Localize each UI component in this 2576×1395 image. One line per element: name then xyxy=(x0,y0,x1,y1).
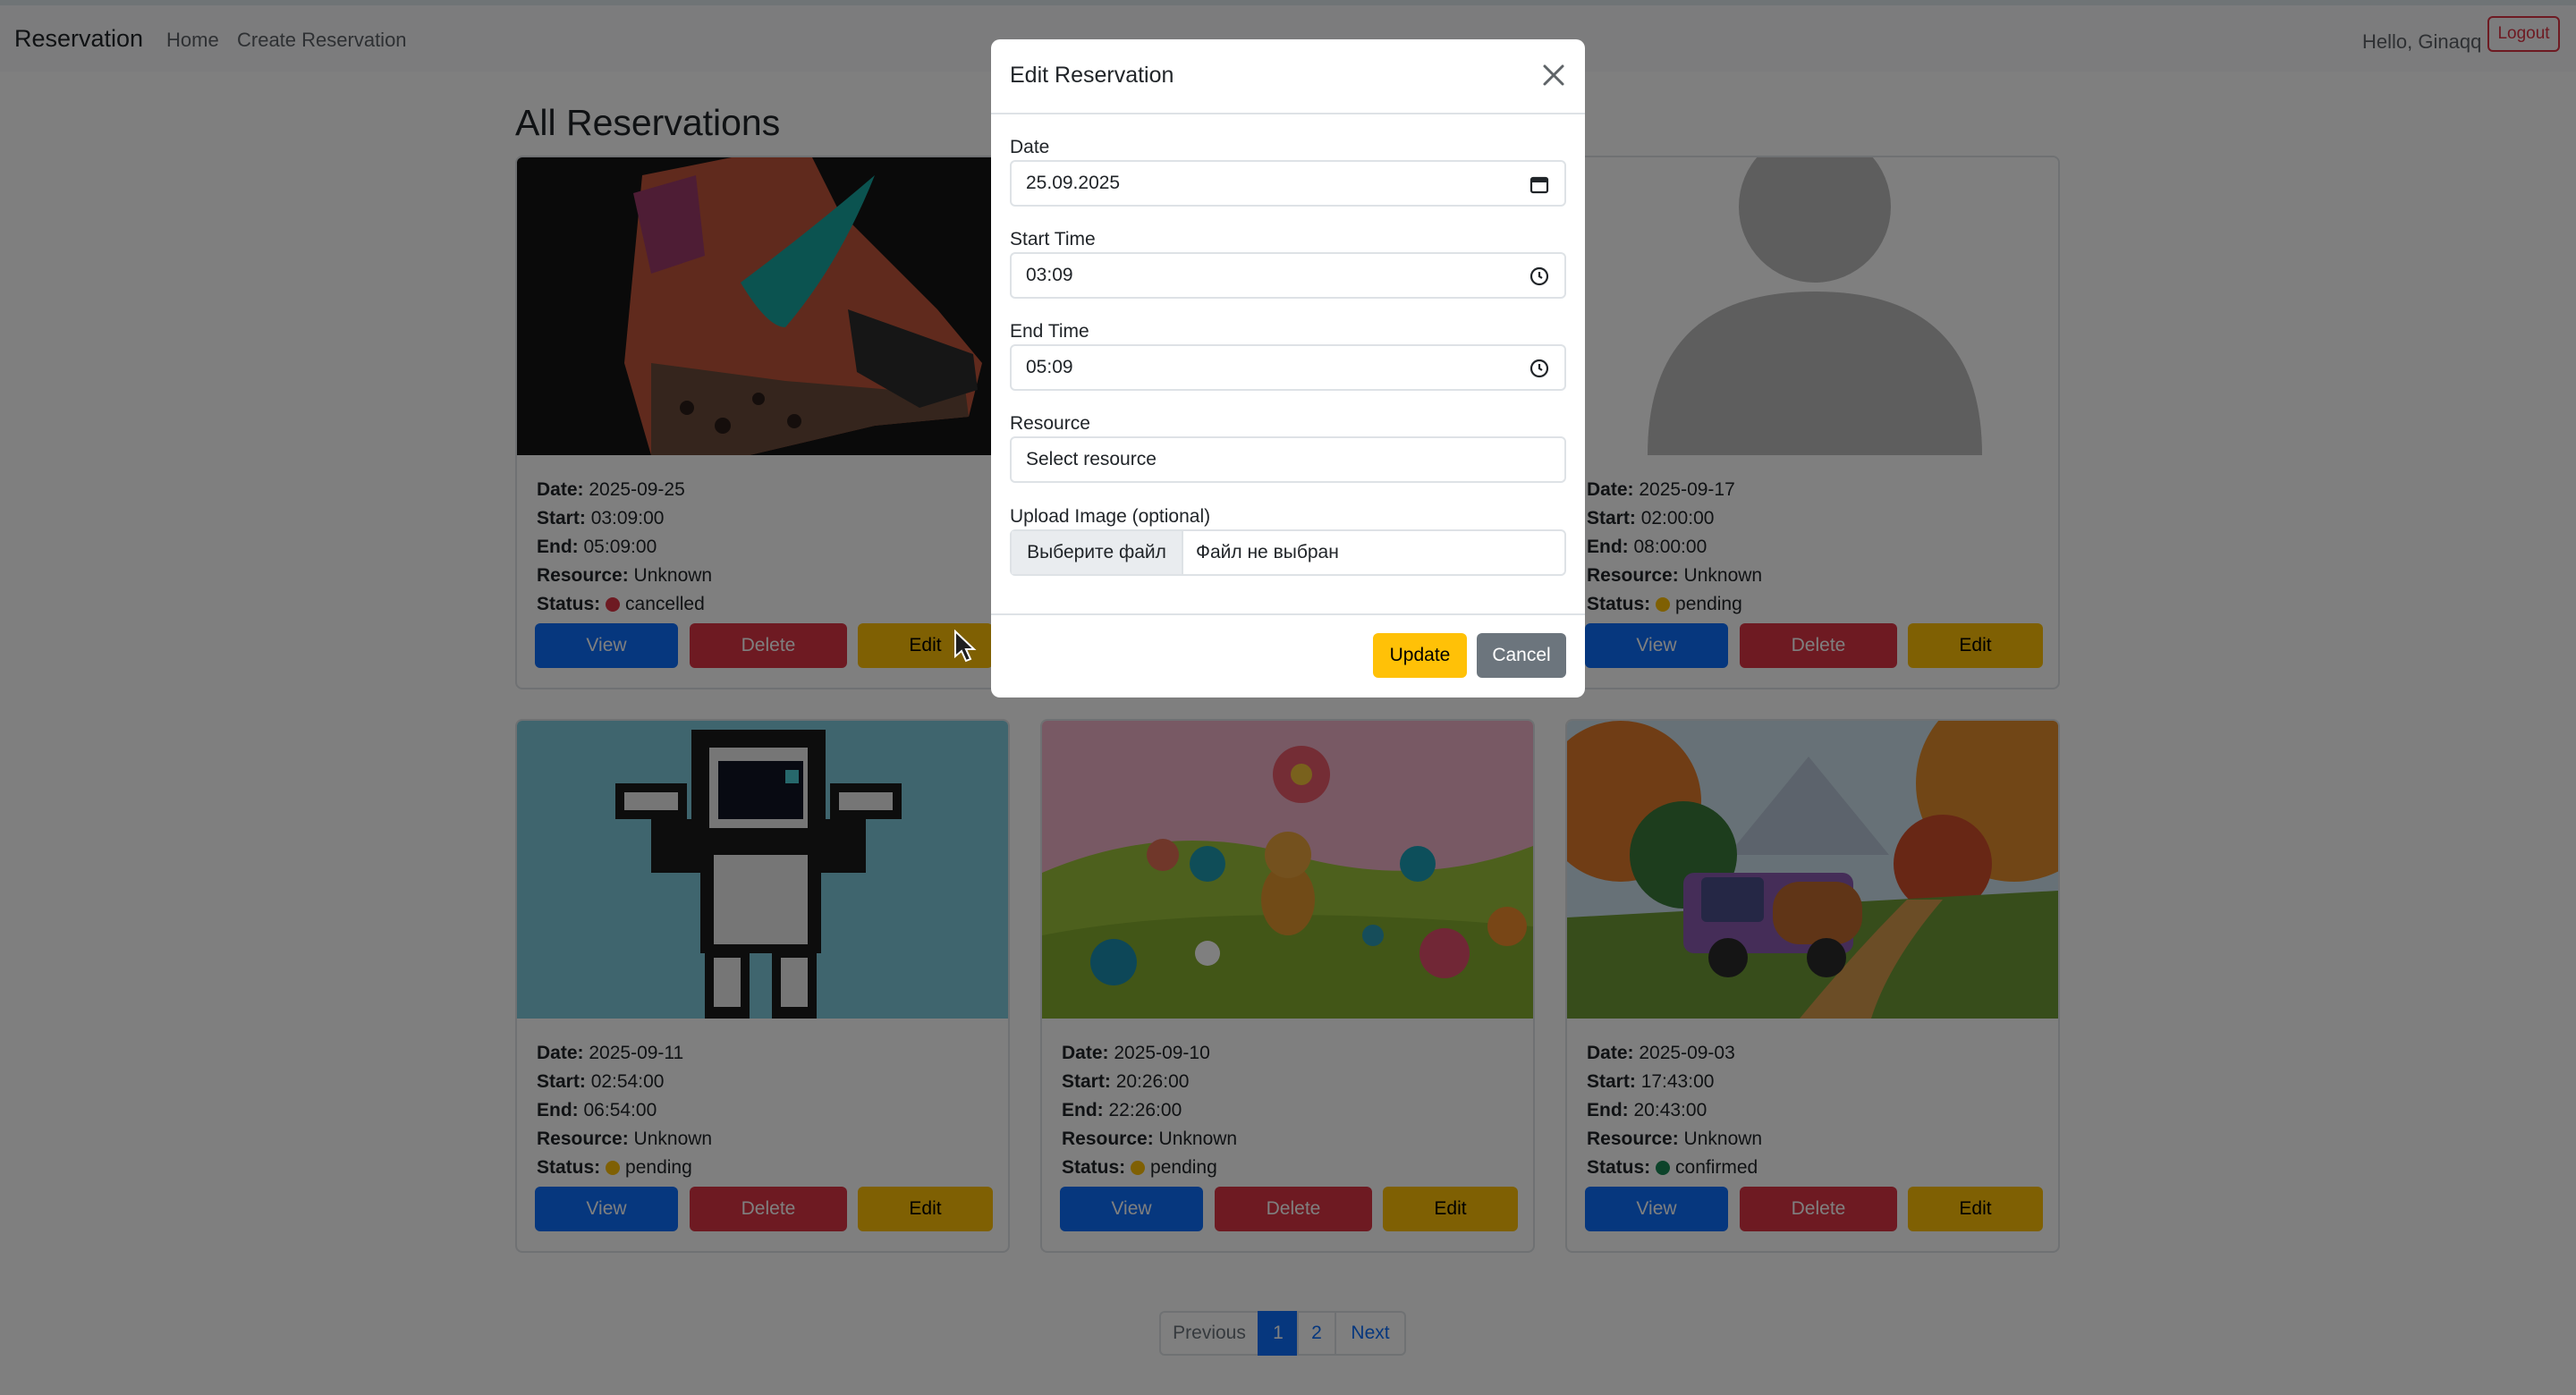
resource-select[interactable]: Select resource xyxy=(1010,436,1566,483)
choose-file-button[interactable]: Выберите файл xyxy=(1012,531,1183,574)
file-input[interactable]: Выберите файл Файл не выбран xyxy=(1010,529,1566,576)
end-time-label: End Time xyxy=(1010,321,1089,342)
mouse-cursor-icon xyxy=(954,630,977,663)
clock-icon[interactable] xyxy=(1529,358,1550,379)
clock-icon[interactable] xyxy=(1529,266,1550,287)
cancel-button[interactable]: Cancel xyxy=(1477,633,1566,678)
resource-label: Resource xyxy=(1010,413,1090,434)
calendar-icon[interactable] xyxy=(1529,173,1550,195)
edit-reservation-modal: Edit Reservation Date 25.09.2025 Start T… xyxy=(991,39,1585,698)
date-label: Date xyxy=(1010,137,1050,157)
update-button[interactable]: Update xyxy=(1373,633,1467,678)
date-input[interactable]: 25.09.2025 xyxy=(1010,160,1566,207)
end-time-input[interactable]: 05:09 xyxy=(1010,344,1566,391)
upload-image-label: Upload Image (optional) xyxy=(1010,506,1211,527)
close-icon[interactable] xyxy=(1541,63,1566,88)
modal-title: Edit Reservation xyxy=(1010,63,1174,88)
modal-header: Edit Reservation xyxy=(991,39,1585,114)
start-time-label: Start Time xyxy=(1010,229,1096,249)
start-time-input[interactable]: 03:09 xyxy=(1010,252,1566,299)
file-status: Файл не выбран xyxy=(1196,542,1339,562)
